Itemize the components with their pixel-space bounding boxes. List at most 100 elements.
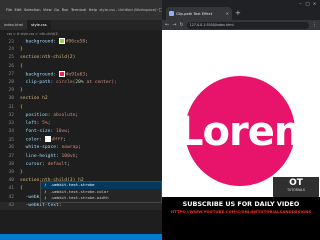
line-number: 43 <box>8 202 14 208</box>
tab-label: style.css <box>31 23 47 27</box>
browser-close-icon[interactable]: × <box>311 2 318 7</box>
code-line[interactable]: 25 section:nth-child(2) <box>0 54 162 62</box>
line-number: 36 <box>8 145 14 151</box>
open-brace: { <box>20 186 23 192</box>
editor-titlebar: File Edit Selection View Go Run Terminal… <box>0 0 162 20</box>
menu-go[interactable]: Go <box>54 8 59 12</box>
line-number: 37 <box>8 153 14 159</box>
favicon-icon <box>169 11 174 16</box>
line-number: 30 <box>8 96 14 102</box>
menu-help[interactable]: Help <box>89 8 97 12</box>
page-heading: Lorem ipsum <box>178 109 320 155</box>
browser-maximize-icon[interactable]: □ <box>304 2 311 7</box>
tab-label: index.html <box>4 23 24 27</box>
css-value: default <box>47 161 68 167</box>
editor-tab-bar: index.html style.css <box>0 20 162 30</box>
line-number: 41 <box>8 186 14 192</box>
css-value: nowrap <box>61 145 79 151</box>
back-icon[interactable]: ← <box>165 22 169 28</box>
bottom-black-bar <box>162 219 320 240</box>
css-property: cursor <box>25 161 43 167</box>
open-brace: { <box>20 63 23 69</box>
new-tab-icon[interactable]: + <box>235 7 241 20</box>
css-property: -webkit-text <box>25 202 59 208</box>
code-line[interactable]: 43 -webkit-text: <box>0 201 162 210</box>
browser-toolbar: ← → ↻ 127.0.0.1:5500/index.html ⋮ <box>162 20 320 30</box>
css-property: background <box>25 39 54 45</box>
browser-menu-icon[interactable]: ⋮ <box>312 22 317 28</box>
browser-tab-title: Clip-path Text Effect <box>176 11 213 16</box>
menu-file[interactable]: File <box>6 8 12 12</box>
suggestion-item[interactable]: ⚷ -webkit-text-stroke-width <box>41 195 161 202</box>
css-selector: section <box>20 96 40 102</box>
code-line[interactable]: 31 { <box>0 104 162 112</box>
browser-tab-bar: Clip-path Text Effect × + – □ × <box>162 0 320 20</box>
menu-view[interactable]: View <box>43 8 52 12</box>
menu-selection[interactable]: Selection <box>24 8 41 12</box>
css-value: absolute <box>53 112 76 118</box>
color-swatch-icon <box>44 136 51 143</box>
logo-text: OT <box>289 178 303 188</box>
code-line[interactable]: 27 background: #e91e63; <box>0 70 162 79</box>
code-line[interactable]: 29} <box>0 87 162 95</box>
code-line[interactable]: 32 position: absolute; <box>0 112 162 120</box>
semicolon: ; <box>67 161 70 167</box>
css-number: 20% <box>75 79 84 85</box>
breadcrumb[interactable]: css > # style.css > :nth-child(3) <box>0 30 162 38</box>
css-value: 10vw <box>56 129 68 135</box>
menu-run[interactable]: Run <box>62 8 69 12</box>
browser-minimize-icon[interactable]: – <box>297 2 304 7</box>
suggestion-label: -webkit-text-stroke-width <box>50 195 109 200</box>
tab-index-html[interactable]: index.html <box>0 20 28 30</box>
css-property: font-size <box>25 129 51 135</box>
code-editor-window: File Edit Selection View Go Run Terminal… <box>0 0 162 240</box>
channel-logo: OT TUTORIALS <box>273 177 319 197</box>
tab-style-css[interactable]: style.css <box>27 20 51 30</box>
code-line[interactable]: 33 left: 5%; <box>0 120 162 128</box>
code-line[interactable]: 36 white-space: nowrap; <box>0 144 162 152</box>
address-bar[interactable]: 127.0.0.1:5500/index.html <box>186 21 309 29</box>
line-number: 25 <box>8 55 14 61</box>
line-number: 31 <box>8 104 14 110</box>
code-line[interactable]: 23 background: #96ce58; <box>0 38 162 46</box>
code-line[interactable]: 35 color: #fff; <box>0 136 162 144</box>
desktop: File Edit Selection View Go Run Terminal… <box>0 0 320 240</box>
open-brace: { <box>20 104 23 110</box>
code-line[interactable]: 26 { <box>0 63 162 71</box>
css-selector: section <box>20 178 40 184</box>
code-line[interactable]: 37 line-height: 100vh; <box>0 153 162 161</box>
css-value-rest: at center); <box>83 79 117 85</box>
menu-terminal[interactable]: Terminal <box>71 8 86 12</box>
code-line[interactable]: 28 clip-path: circle(20% at center); <box>0 79 162 87</box>
css-value: circle( <box>56 79 76 85</box>
logo-subtext: TUTORIALS <box>287 188 305 192</box>
menu-edit[interactable]: Edit <box>15 8 22 12</box>
css-value: #fff <box>51 137 64 143</box>
channel-url[interactable]: HTTPS://WWW.YOUTUBE.COM/C/ONLINETUTORIAL… <box>162 209 320 214</box>
css-property: left <box>25 120 37 126</box>
css-pseudo-class: :nth-child(2) <box>39 55 76 61</box>
code-line[interactable]: 38 cursor: default; <box>0 161 162 169</box>
close-tab-icon[interactable]: × <box>226 11 229 16</box>
code-line[interactable]: 24} <box>0 46 162 54</box>
forward-icon[interactable]: → <box>172 22 176 28</box>
line-number: 32 <box>8 112 14 118</box>
semicolon: ; <box>78 145 81 151</box>
css-value: #96ce58 <box>65 39 86 45</box>
line-number: 26 <box>8 63 14 69</box>
line-number: 29 <box>8 88 14 94</box>
code-line[interactable]: 30 section h2 <box>0 95 162 103</box>
status-bar <box>0 234 162 240</box>
browser-tab[interactable]: Clip-path Text Effect × <box>166 7 232 20</box>
autocomplete-suggestions: ⚷ -webkit-text-stroke ⚷ -webkit-text-stroke… <box>40 181 162 203</box>
semicolon: ; <box>63 137 66 143</box>
css-value: 100vh <box>61 153 76 159</box>
color-swatch-icon <box>58 38 65 44</box>
code-line[interactable]: 39} <box>0 169 162 177</box>
close-brace: } <box>20 170 23 175</box>
subscribe-banner: SUBSCRIBE US FOR DAILY VIDEO HTTPS://WWW… <box>162 197 320 219</box>
code-line[interactable]: 34 font-size: 10vw; <box>0 128 162 136</box>
editor-window-title: style.css - Untitled (Workspace) <box>99 8 157 12</box>
reload-icon[interactable]: ↻ <box>179 22 183 28</box>
semicolon: ; <box>75 112 79 118</box>
